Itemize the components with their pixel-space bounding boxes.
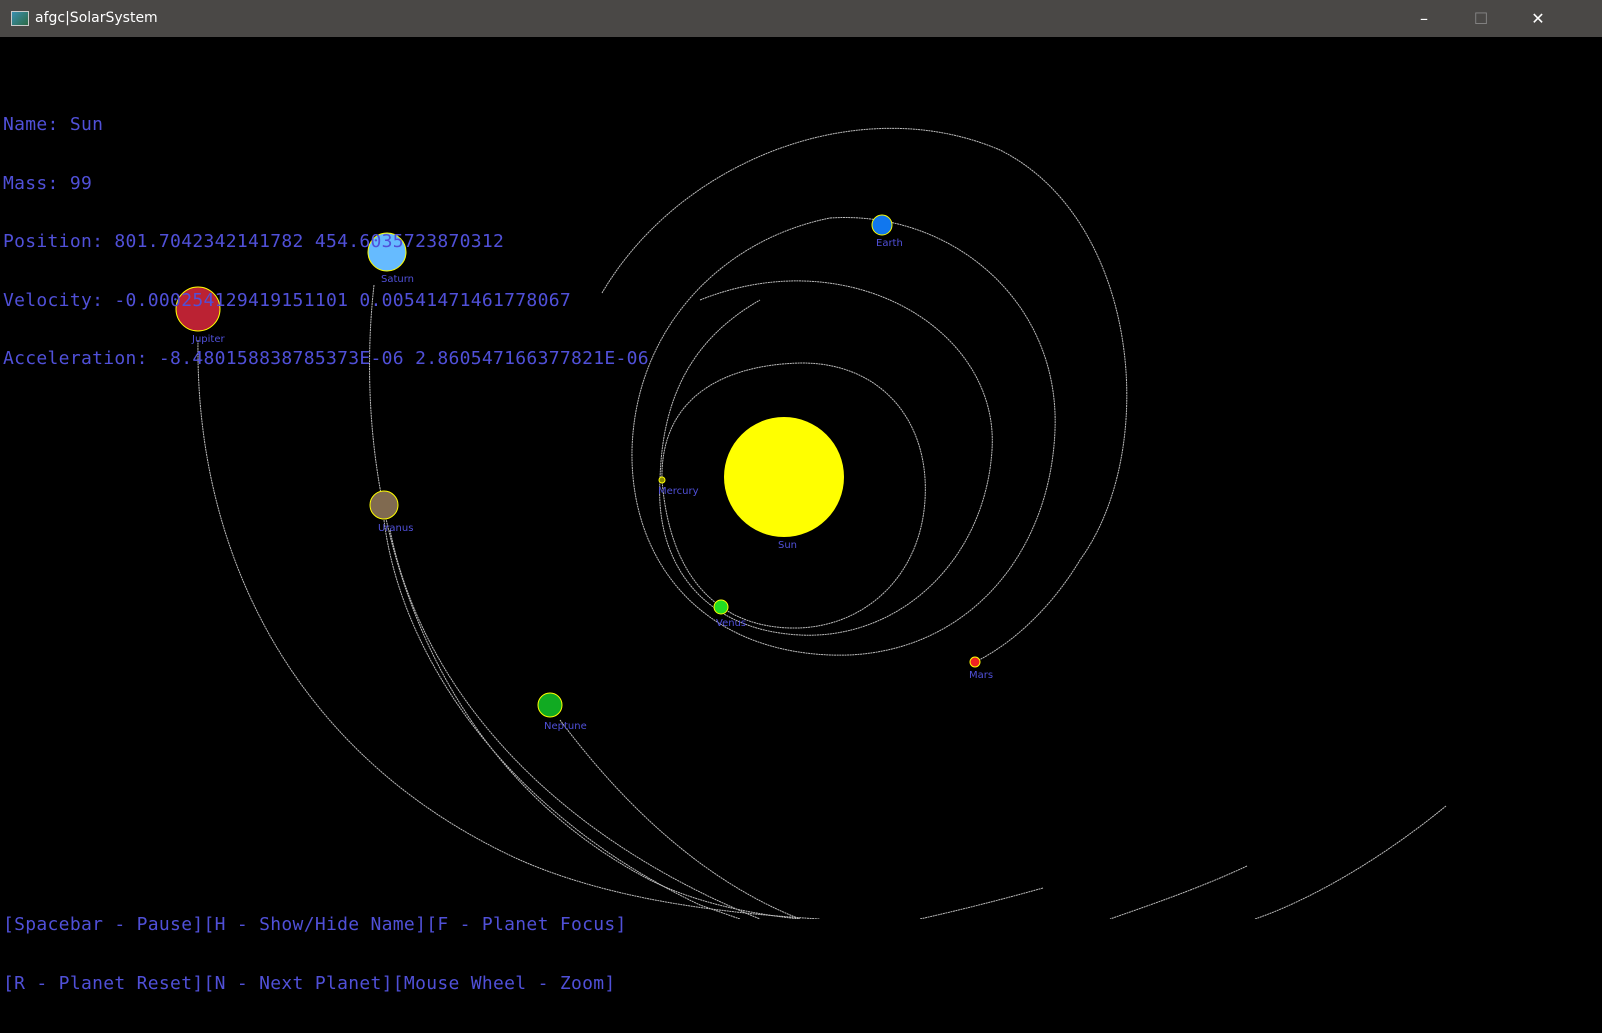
simulation-canvas[interactable]: Sun Mercury Venus Earth Mars Jupiter Sat… xyxy=(1,37,1601,993)
planet-earth[interactable]: Earth xyxy=(871,214,903,249)
svg-text:Earth: Earth xyxy=(876,238,903,249)
sun[interactable]: Sun xyxy=(724,417,844,551)
orbit-trail-far1 xyxy=(1254,805,1447,919)
info-velocity: Velocity: -0.000254129419151101 0.005414… xyxy=(3,289,571,311)
orbit-trail-earth xyxy=(601,127,1128,663)
help-line-2: [R - Planet Reset][N - Next Planet][Mous… xyxy=(3,972,616,994)
svg-text:Mercury: Mercury xyxy=(658,486,699,497)
selected-body-info: Name: Sun Mass: 99 Position: 801.7042342… xyxy=(3,76,649,408)
help-line-1: [Spacebar - Pause][H - Show/Hide Name][F… xyxy=(3,914,627,935)
orbit-trail-far3 xyxy=(919,887,1044,919)
window-title: afgc|SolarSystem xyxy=(35,10,158,26)
svg-text:Venus: Venus xyxy=(716,618,746,629)
info-acceleration: Acceleration: -8.480158838785373E-06 2.8… xyxy=(3,348,649,369)
maximize-button[interactable]: ☐ xyxy=(1452,0,1510,37)
svg-text:Neptune: Neptune xyxy=(544,721,587,732)
planet-venus[interactable]: Venus xyxy=(713,599,746,629)
info-position: Position: 801.7042342141782 454.60357238… xyxy=(3,231,505,252)
svg-text:Uranus: Uranus xyxy=(378,523,413,534)
close-button[interactable]: ✕ xyxy=(1509,0,1567,37)
title-bar: afgc|SolarSystem – ☐ ✕ xyxy=(0,0,1602,37)
orbit-trail-jupiter xyxy=(197,339,821,919)
info-mass: Mass: 99 xyxy=(3,172,93,194)
svg-text:Sun: Sun xyxy=(778,540,797,551)
planet-neptune[interactable]: Neptune xyxy=(537,692,587,732)
planet-mercury[interactable]: Mercury xyxy=(658,476,699,497)
planet-uranus[interactable]: Uranus xyxy=(369,490,413,534)
orbit-trail-mars xyxy=(631,217,1056,656)
minimize-button[interactable]: – xyxy=(1395,0,1453,37)
app-icon xyxy=(11,11,29,26)
orbit-trail-far2 xyxy=(1109,865,1248,919)
svg-text:Mars: Mars xyxy=(969,670,993,681)
controls-help: [Spacebar - Pause][H - Show/Hide Name][F… xyxy=(3,876,627,1032)
planet-mars[interactable]: Mars xyxy=(969,656,993,681)
info-name: Name: Sun xyxy=(3,114,104,135)
